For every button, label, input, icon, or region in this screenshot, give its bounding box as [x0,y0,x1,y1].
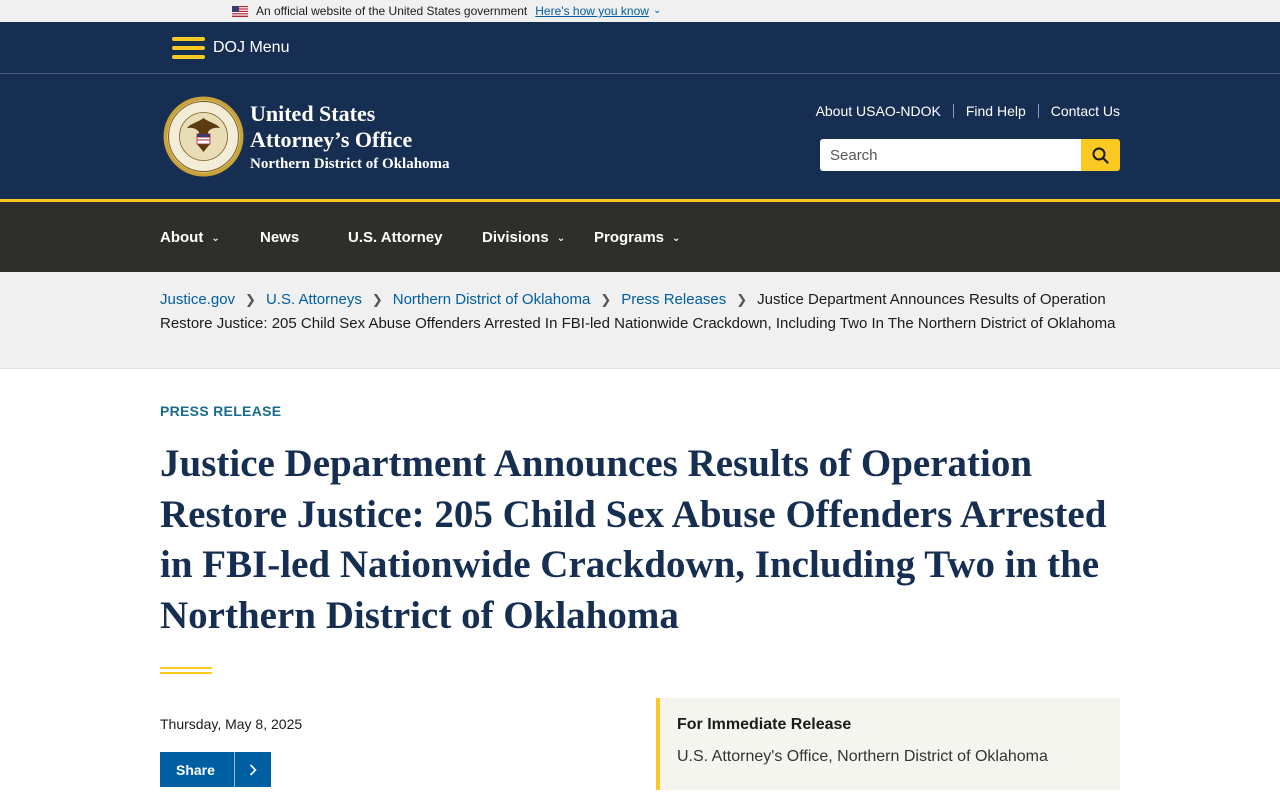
search-button[interactable] [1081,139,1120,171]
about-usao-link[interactable]: About USAO-NDOK [816,103,941,119]
chevron-down-icon: ⌄ [211,233,220,244]
nav-item-programs[interactable]: Programs ⌄ [594,229,704,246]
office-name-line1: United States [250,101,376,126]
title-divider [160,667,212,674]
office-district: Northern District of Oklahoma [250,156,450,172]
doj-menu-button[interactable]: DOJ Menu [213,39,289,57]
nav-item-label: About [160,228,204,246]
breadcrumb-link-justice-gov[interactable]: Justice.gov [160,291,235,308]
article-date: Thursday, May 8, 2025 [160,716,303,732]
chevron-right-icon: ❯ [245,292,256,307]
divider [1037,104,1039,118]
chevron-right-icon [235,763,271,776]
office-name[interactable]: United States Attorney’s Office Northern… [250,101,450,173]
search-input[interactable] [820,139,1081,171]
release-heading: For Immediate Release [677,716,852,733]
chevron-right-icon: ❯ [371,292,383,307]
find-help-link[interactable]: Find Help [966,103,1026,119]
doj-menu-bar: DOJ Menu [0,22,1280,74]
article-kicker: PRESS RELEASE [160,403,282,419]
divider [234,752,235,787]
gov-banner: An official website of the United States… [0,0,1280,22]
main-nav: About ⌄ News U.S. Attorney Divisions ⌄ P… [0,199,1280,272]
nav-item-label: U.S. Attorney [348,228,443,246]
share-label: Share [176,761,215,778]
breadcrumb-link-district[interactable]: Northern District of Oklahoma [393,291,591,308]
search-icon [1092,147,1109,164]
doj-seal-icon[interactable] [163,96,244,177]
nav-item-news[interactable]: News [260,229,348,246]
chevron-down-icon: ⌄ [672,233,681,244]
us-flag-icon [232,5,248,17]
site-header: United States Attorney’s Office Northern… [0,74,1280,199]
breadcrumb: Justice.gov ❯ U.S. Attorneys ❯ Northern Dist… [0,272,1280,369]
nav-item-label: Programs [594,228,665,246]
nav-item-label: News [260,228,300,246]
release-source: U.S. Attorney's Office, Northern Distric… [677,748,1048,765]
nav-item-us-attorney[interactable]: U.S. Attorney [348,229,482,246]
search-form [820,139,1120,171]
release-info-box: For Immediate Release U.S. Attorney's Of… [656,698,1120,790]
chevron-right-icon: ❯ [600,292,612,307]
gov-banner-text: An official website of the United States… [256,4,528,18]
breadcrumb-link-us-attorneys[interactable]: U.S. Attorneys [266,291,362,308]
divider [952,104,954,118]
chevron-right-icon: ❯ [736,292,748,307]
page-title: Justice Department Announces Results of … [160,442,1107,637]
contact-us-link[interactable]: Contact Us [1051,103,1120,119]
chevron-down-icon: ⌄ [556,233,566,244]
nav-item-about[interactable]: About ⌄ [160,229,260,246]
breadcrumb-link-press-releases[interactable]: Press Releases [621,291,726,308]
hamburger-menu-icon[interactable] [172,36,205,59]
chevron-down-icon[interactable]: ⌄ [653,5,661,16]
office-name-line2: Attorney’s Office [250,127,413,152]
nav-item-divisions[interactable]: Divisions ⌄ [482,229,594,246]
nav-item-label: Divisions [482,228,549,246]
how-you-know-link[interactable]: Here's how you know [535,4,649,18]
utility-links: About USAO-NDOK Find Help Contact Us [816,103,1120,119]
share-button[interactable]: Share [160,752,271,787]
